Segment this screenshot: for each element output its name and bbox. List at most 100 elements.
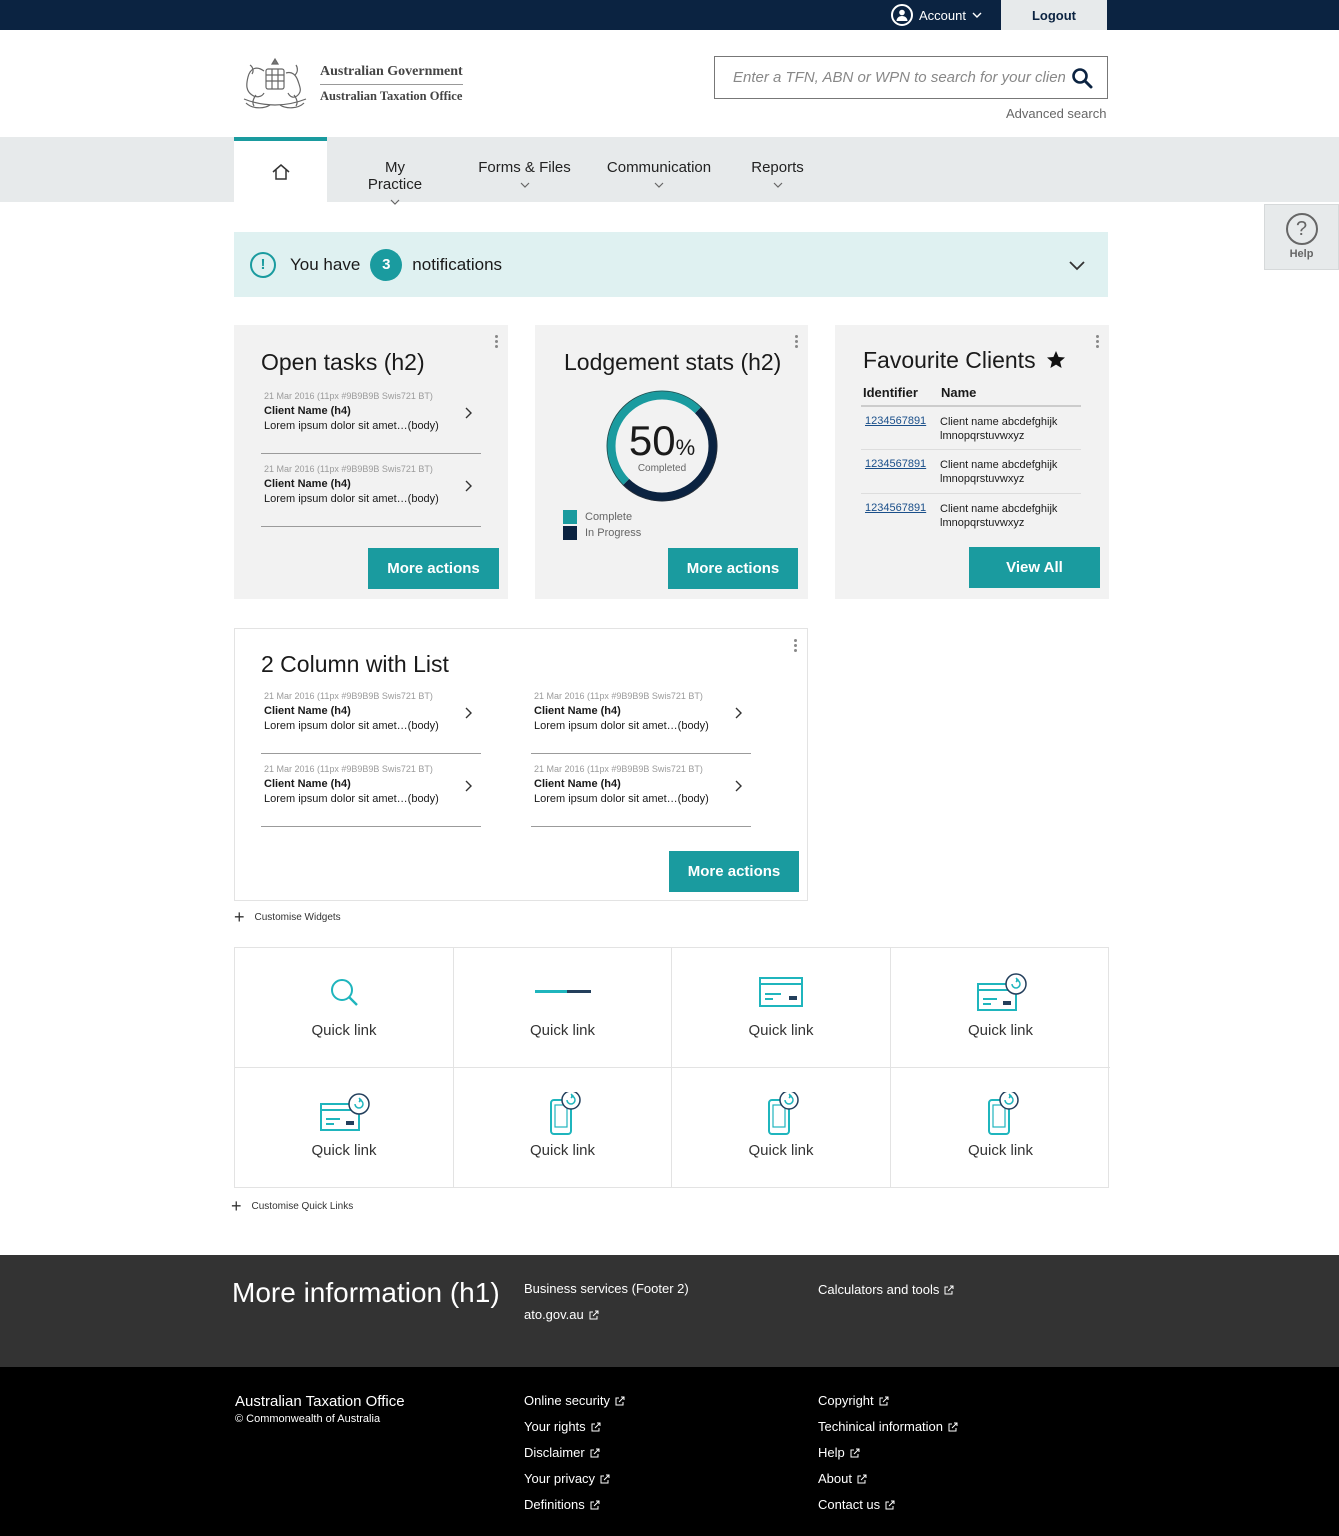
quick-link-label: Quick link xyxy=(748,1022,814,1039)
progress-bar-icon xyxy=(534,990,591,993)
footer-link-label: Contact us xyxy=(818,1497,881,1512)
client-id-link[interactable]: 1234567891 xyxy=(865,502,926,514)
footer-link[interactable]: Online security xyxy=(524,1393,625,1408)
external-link-icon xyxy=(615,1396,625,1405)
nav-home[interactable] xyxy=(234,137,327,202)
widget-title: Favourite Clients xyxy=(863,347,1066,374)
client-id-link[interactable]: 1234567891 xyxy=(865,458,926,470)
nav-label: My Practice xyxy=(367,159,423,193)
external-link-icon xyxy=(590,1500,600,1509)
list-item[interactable]: 21 Mar 2016 (11px #9B9B9B Swis721 BT) Cl… xyxy=(261,391,481,454)
table-row: 1234567891 Client name abcdefghijk lmnop… xyxy=(861,449,1081,493)
quick-link[interactable]: Quick link xyxy=(672,948,891,1068)
nav-communication[interactable]: Communication xyxy=(605,159,713,190)
quick-link[interactable]: Quick link xyxy=(891,1068,1110,1188)
notifications-banner[interactable]: ! You have 3 notifications xyxy=(234,232,1108,297)
footer-link[interactable]: About xyxy=(818,1471,867,1486)
footer-link-label: Techinical information xyxy=(818,1419,944,1434)
chevron-down-icon xyxy=(972,12,982,18)
more-actions-button[interactable]: More actions xyxy=(669,851,799,892)
more-actions-button[interactable]: More actions xyxy=(668,548,798,589)
quick-link[interactable]: Quick link xyxy=(454,1068,672,1188)
view-all-button[interactable]: View All xyxy=(969,547,1100,588)
progress-value: 50% xyxy=(604,417,720,465)
nav-my-practice[interactable]: My Practice xyxy=(356,159,434,207)
chevron-right-icon xyxy=(735,780,742,792)
footer-org-name: Australian Taxation Office xyxy=(235,1393,405,1410)
task-client-name: Client Name (h4) xyxy=(264,405,351,417)
kebab-menu-icon[interactable] xyxy=(794,639,798,652)
list-item[interactable]: 21 Mar 2016 (11px #9B9B9B Swis721 BT) Cl… xyxy=(261,464,481,527)
main-nav: My Practice Forms & Files Communication … xyxy=(0,137,1339,205)
footer-link[interactable]: Definitions xyxy=(524,1497,600,1512)
chevron-down-icon xyxy=(654,182,664,188)
list-item[interactable]: 21 Mar 2016 (11px #9B9B9B Swis721 BT) Cl… xyxy=(531,764,751,827)
footer-bottom: Australian Taxation Office © Commonwealt… xyxy=(0,1367,1339,1536)
footer-link-label: Disclaimer xyxy=(524,1445,585,1460)
phone-refresh-icon xyxy=(768,1092,799,1135)
nav-label: Reports xyxy=(751,159,804,176)
footer-link[interactable]: Techinical information xyxy=(818,1419,958,1434)
quick-link[interactable]: Quick link xyxy=(235,1068,454,1188)
customise-widgets-link[interactable]: + Customise Widgets xyxy=(234,907,341,928)
footer-link[interactable]: Disclaimer xyxy=(524,1445,600,1460)
favourite-clients-widget: Favourite Clients Identifier Name 123456… xyxy=(835,325,1109,599)
quick-link[interactable]: Quick link xyxy=(454,948,672,1068)
task-body: Lorem ipsum dolor sit amet…(body) xyxy=(264,493,439,505)
more-actions-button[interactable]: More actions xyxy=(368,548,499,589)
advanced-search-link[interactable]: Advanced search xyxy=(1006,106,1106,121)
notif-count-badge: 3 xyxy=(370,248,403,281)
list-item[interactable]: 21 Mar 2016 (11px #9B9B9B Swis721 BT) Cl… xyxy=(261,691,481,754)
search-icon[interactable] xyxy=(1071,67,1093,89)
footer-link[interactable]: Your privacy xyxy=(524,1471,610,1486)
footer-link[interactable]: Contact us xyxy=(818,1497,895,1512)
logout-button[interactable]: Logout xyxy=(1001,0,1107,30)
quick-link[interactable]: Quick link xyxy=(891,948,1110,1068)
footer-link[interactable]: Help xyxy=(818,1445,860,1460)
quick-link-label: Quick link xyxy=(967,1142,1034,1159)
nav-forms-files[interactable]: Forms & Files xyxy=(478,159,571,190)
home-icon xyxy=(272,163,289,180)
task-meta: 21 Mar 2016 (11px #9B9B9B Swis721 BT) xyxy=(534,691,703,701)
coat-of-arms-icon xyxy=(243,57,307,109)
column-header-identifier: Identifier xyxy=(863,385,918,400)
customise-quick-links-link[interactable]: + Customise Quick Links xyxy=(231,1196,353,1217)
list-item[interactable]: 21 Mar 2016 (11px #9B9B9B Swis721 BT) Cl… xyxy=(531,691,751,754)
client-id-link[interactable]: 1234567891 xyxy=(865,415,926,427)
quick-link-label: Quick link xyxy=(748,1142,814,1159)
quick-link[interactable]: Quick link xyxy=(235,948,454,1068)
footer-link-label: Help xyxy=(818,1445,845,1460)
ato-logo[interactable]: Australian Government Australian Taxatio… xyxy=(236,54,476,114)
search-input[interactable] xyxy=(715,57,1065,98)
footer-link[interactable]: Business services (Footer 2) xyxy=(524,1281,689,1296)
account-label: Account xyxy=(919,7,966,23)
chevron-down-icon[interactable] xyxy=(1068,256,1086,274)
footer-link[interactable]: Calculators and tools xyxy=(818,1282,954,1297)
task-meta: 21 Mar 2016 (11px #9B9B9B Swis721 BT) xyxy=(264,391,433,401)
footer-link[interactable]: Copyright xyxy=(818,1393,889,1408)
external-link-icon xyxy=(885,1500,895,1509)
table-row: 1234567891 Client name abcdefghijk lmnop… xyxy=(861,405,1081,449)
footer-link-label: Calculators and tools xyxy=(818,1282,940,1297)
external-link-icon xyxy=(944,1285,954,1294)
kebab-menu-icon[interactable] xyxy=(495,335,499,348)
account-menu[interactable]: Account xyxy=(891,3,982,27)
card-refresh-icon xyxy=(320,1093,370,1131)
footer-link-label: Your rights xyxy=(524,1419,586,1434)
footer-link-label: Online security xyxy=(524,1393,610,1408)
quick-link[interactable]: Quick link xyxy=(672,1068,891,1188)
help-tab[interactable]: ? Help xyxy=(1264,204,1339,270)
kebab-menu-icon[interactable] xyxy=(795,335,799,348)
notif-prefix: You have xyxy=(290,254,361,274)
list-item[interactable]: 21 Mar 2016 (11px #9B9B9B Swis721 BT) Cl… xyxy=(261,764,481,827)
notif-suffix: notifications xyxy=(412,254,503,274)
kebab-menu-icon[interactable] xyxy=(1096,335,1100,348)
footer-link[interactable]: ato.gov.au xyxy=(524,1307,599,1322)
legend-swatch xyxy=(563,510,577,524)
quick-link-label: Quick link xyxy=(967,1022,1034,1039)
footer-link-label: ato.gov.au xyxy=(524,1307,584,1322)
footer-link[interactable]: Your rights xyxy=(524,1419,601,1434)
nav-reports[interactable]: Reports xyxy=(750,159,805,190)
table-row: 1234567891 Client name abcdefghijk lmnop… xyxy=(861,493,1081,537)
completed-label: Completed xyxy=(637,463,687,474)
